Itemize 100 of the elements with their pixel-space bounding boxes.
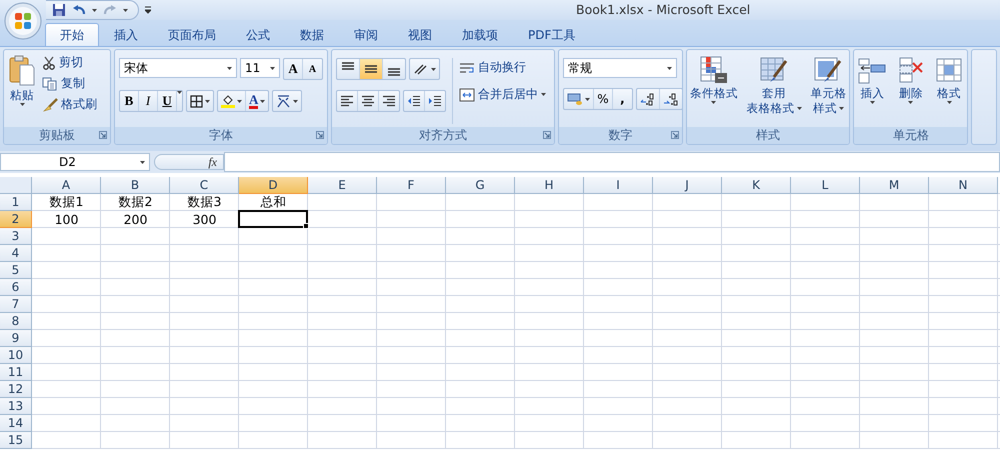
table-cell[interactable]: 100: [32, 211, 101, 228]
copy-button[interactable]: 复制: [40, 74, 99, 93]
vertical-align-button[interactable]: [360, 59, 384, 79]
caret-icon: [270, 66, 276, 70]
window-title: Book1.xlsx - Microsoft Excel: [576, 2, 750, 17]
column-header[interactable]: I: [584, 177, 653, 194]
caret-icon: [584, 98, 590, 100]
bold-button[interactable]: B: [120, 91, 140, 111]
caret-icon: [260, 100, 266, 102]
column-header[interactable]: H: [515, 177, 584, 194]
active-cell[interactable]: [238, 210, 308, 228]
font-color-button[interactable]: A: [246, 91, 268, 111]
row-header[interactable]: 15: [0, 432, 32, 449]
wrap-text-button[interactable]: 自动换行: [457, 58, 548, 77]
table-cell[interactable]: 数据1: [32, 194, 101, 211]
table-cell[interactable]: 300: [170, 211, 239, 228]
name-box[interactable]: D2: [0, 153, 150, 171]
caret-icon: [226, 66, 232, 70]
comma-button[interactable]: ,: [612, 89, 632, 109]
ribbon-tab[interactable]: 公式: [231, 23, 285, 46]
clipboard-icon: [9, 55, 35, 87]
underline-caret-icon: [177, 91, 182, 94]
ribbon-tab[interactable]: 视图: [393, 23, 447, 46]
dialog-launcher-icon[interactable]: [99, 131, 108, 139]
table-brush-icon: [759, 55, 790, 85]
conditional-style-button[interactable]: 条件格式: [688, 53, 739, 124]
insert-function-button[interactable]: fx: [208, 154, 217, 170]
row-header[interactable]: 2: [0, 211, 32, 228]
table-cell[interactable]: 200: [101, 211, 170, 228]
row-header[interactable]: 12: [0, 381, 32, 398]
merge-cells-icon: [459, 88, 476, 102]
column-header[interactable]: J: [653, 177, 722, 194]
column-header[interactable]: A: [32, 177, 101, 194]
font-size-field[interactable]: 11: [240, 58, 280, 78]
dialog-launcher-icon[interactable]: [670, 131, 679, 139]
row-header[interactable]: 9: [0, 330, 32, 347]
column-header[interactable]: C: [170, 177, 239, 194]
undo-caret-icon: [92, 8, 97, 12]
table-cell[interactable]: 数据3: [170, 194, 239, 211]
row-header[interactable]: 7: [0, 296, 32, 313]
dialog-launcher-icon[interactable]: [542, 131, 551, 139]
brush-button[interactable]: 格式刷: [40, 95, 99, 114]
column-header[interactable]: E: [308, 177, 377, 194]
ribbon-tab[interactable]: 页面布局: [153, 23, 231, 46]
cut-button[interactable]: 剪切: [40, 53, 99, 72]
italic-button[interactable]: I: [139, 91, 158, 111]
row-header[interactable]: 1: [0, 194, 32, 211]
column-header[interactable]: F: [377, 177, 446, 194]
caret-icon: [541, 93, 546, 96]
insert-cells-button[interactable]: 插入: [856, 53, 888, 124]
align-middle-icon: [364, 65, 378, 73]
grow-font-button[interactable]: A: [284, 59, 304, 79]
row-header[interactable]: 10: [0, 347, 32, 364]
paste-button[interactable]: 粘贴: [8, 53, 36, 124]
undo-icon[interactable]: [72, 4, 86, 16]
shrink-font-button[interactable]: A: [303, 59, 322, 79]
save-icon[interactable]: [52, 3, 66, 17]
table-style-button[interactable]: 套用 表格格式: [746, 53, 803, 124]
caret-icon: [431, 68, 436, 70]
column-header[interactable]: D: [239, 177, 308, 194]
row-header[interactable]: 8: [0, 313, 32, 330]
caret-icon: [140, 160, 145, 164]
row-header[interactable]: 5: [0, 262, 32, 279]
row-header[interactable]: 11: [0, 364, 32, 381]
column-header[interactable]: K: [722, 177, 791, 194]
row-header[interactable]: 6: [0, 279, 32, 296]
column-header[interactable]: B: [101, 177, 170, 194]
caret-icon: [20, 103, 24, 106]
cellstyle-style-button[interactable]: 单元格 样式: [809, 53, 848, 124]
ribbon-tab[interactable]: 审阅: [339, 23, 393, 46]
column-header[interactable]: G: [446, 177, 515, 194]
ribbon-tab[interactable]: 数据: [285, 23, 339, 46]
formula-input[interactable]: [224, 152, 1000, 172]
dialog-launcher-icon[interactable]: [316, 131, 324, 139]
align-left-icon: [340, 95, 354, 107]
customize-toolbar-icon[interactable]: [145, 6, 151, 14]
delete-cells-button[interactable]: 删除: [894, 53, 927, 124]
column-header[interactable]: M: [860, 177, 929, 194]
column-header[interactable]: N: [929, 177, 998, 194]
row-header[interactable]: 13: [0, 398, 32, 415]
ribbon-tab[interactable]: 开始: [45, 23, 99, 46]
number-format-field[interactable]: 常规: [562, 58, 677, 78]
format-cells-button[interactable]: 格式: [933, 53, 966, 124]
font-name-field[interactable]: 宋体: [119, 58, 237, 78]
column-header[interactable]: L: [791, 177, 860, 194]
caret-icon: [237, 100, 242, 102]
group-label: 对齐方式: [418, 127, 467, 144]
percent-button[interactable]: %: [594, 89, 613, 109]
underline-button[interactable]: U: [158, 91, 178, 111]
ribbon-tab[interactable]: PDF工具: [513, 23, 590, 46]
row-header[interactable]: 14: [0, 415, 32, 432]
row-header[interactable]: 4: [0, 245, 32, 262]
ribbon-tab[interactable]: 加载项: [447, 23, 513, 46]
table-cell[interactable]: 总和: [239, 194, 308, 211]
fill-color-button[interactable]: [218, 91, 246, 111]
copy-icon: [42, 76, 58, 90]
ribbon-tab[interactable]: 插入: [99, 23, 153, 46]
row-header[interactable]: 3: [0, 228, 32, 245]
merge-center-button[interactable]: 合并后居中: [457, 85, 548, 104]
table-cell[interactable]: 数据2: [101, 194, 170, 211]
